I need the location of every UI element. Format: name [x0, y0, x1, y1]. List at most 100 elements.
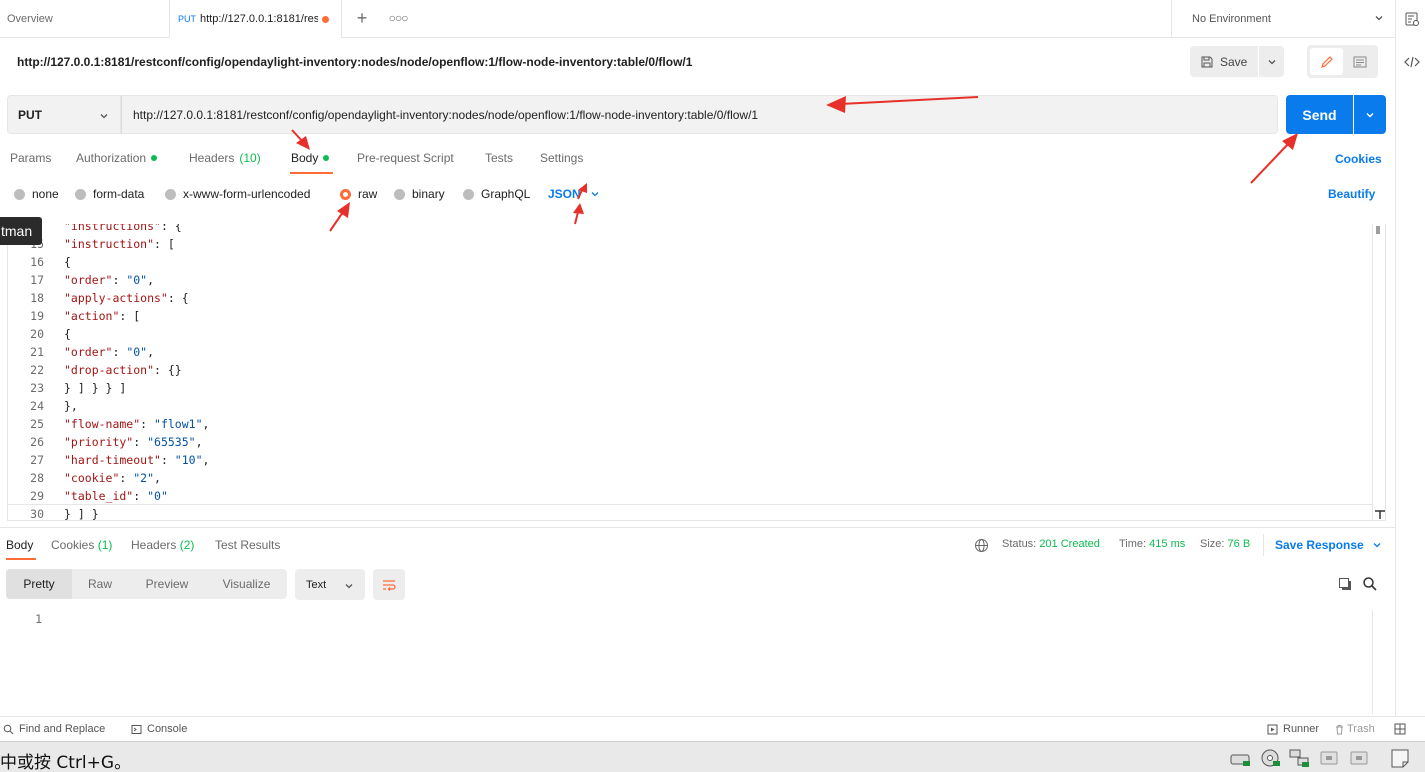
method-select[interactable]: PUT [7, 95, 121, 134]
tab-settings[interactable]: Settings [540, 151, 583, 165]
editor-vertical-scrollbar[interactable] [1372, 224, 1385, 520]
time-label: Time: [1119, 538, 1147, 550]
tab-authorization[interactable]: Authorization [76, 151, 158, 165]
network-tray-icon[interactable] [1288, 747, 1310, 769]
save-button[interactable]: Save [1190, 46, 1258, 77]
code-line[interactable]: "instructions": { [8, 224, 1368, 235]
code-line[interactable]: 17 "order": "0", [8, 271, 1368, 289]
documentation-mode-button[interactable] [1345, 48, 1375, 75]
code-line[interactable]: 18 "apply-actions": { [8, 289, 1368, 307]
code-line[interactable]: 21 "order": "0", [8, 343, 1368, 361]
code-snippet-icon[interactable] [1404, 54, 1420, 70]
globe-icon[interactable] [974, 538, 989, 553]
send-options-button[interactable] [1354, 95, 1386, 134]
code-line[interactable]: 19 "action": [ [8, 307, 1368, 325]
resize-handle-icon[interactable] [1374, 509, 1386, 519]
view-preview-button[interactable]: Preview [128, 569, 206, 599]
editor-horizontal-scrollbar[interactable] [8, 504, 1372, 505]
radio-selected-icon [340, 188, 351, 200]
code-line[interactable]: 15"instruction": [ [8, 235, 1368, 253]
runner-button[interactable]: Runner [1267, 723, 1319, 735]
tab-prerequest-script[interactable]: Pre-request Script [357, 151, 454, 165]
code-line[interactable]: 26 "priority": "65535", [8, 433, 1368, 451]
view-visualize-button[interactable]: Visualize [206, 569, 287, 599]
copy-icon[interactable] [1338, 577, 1353, 592]
response-divider[interactable] [0, 527, 1395, 528]
response-tab-headers[interactable]: Headers (2) [131, 538, 194, 552]
code-text: "action": [ [64, 309, 141, 323]
code-line[interactable]: 23} ] } } ] [8, 379, 1368, 397]
tab-overview[interactable]: Overview [0, 0, 170, 38]
request-title[interactable]: http://127.0.0.1:8181/restconf/config/op… [17, 55, 692, 69]
trash-button[interactable]: Trash [1334, 723, 1375, 735]
response-tab-test-results[interactable]: Test Results [215, 538, 280, 552]
usb-tray-icon[interactable] [1318, 747, 1340, 769]
code-line[interactable]: 28 "cookie": "2", [8, 469, 1368, 487]
radio-form-data[interactable]: form-data [75, 187, 144, 201]
new-tab-plus-icon[interactable]: + [352, 8, 372, 28]
radio-urlencoded[interactable]: x-www-form-urlencoded [165, 187, 310, 201]
tab-params[interactable]: Params [10, 151, 51, 165]
response-tab-cookies-label: Cookies [51, 538, 95, 552]
code-line[interactable]: 22 "drop-action": {} [8, 361, 1368, 379]
line-number: 18 [30, 291, 44, 305]
response-status[interactable]: Status: 201 Created [1002, 538, 1100, 550]
view-pretty-button[interactable]: Pretty [6, 569, 72, 599]
tab-body[interactable]: Body [291, 151, 330, 165]
notification-icon[interactable] [1388, 747, 1412, 769]
radio-binary[interactable]: binary [394, 187, 445, 201]
response-size[interactable]: Size: 76 B [1200, 538, 1250, 550]
cookies-link[interactable]: Cookies [1335, 152, 1382, 166]
tab-headers[interactable]: Headers (10) [189, 151, 261, 165]
chevron-down-icon [345, 584, 353, 589]
device-tray-icon[interactable] [1348, 747, 1370, 769]
chevron-down-icon [1366, 112, 1374, 117]
edit-mode-button[interactable] [1310, 48, 1343, 75]
editor-scroll-thumb[interactable] [1376, 226, 1380, 234]
line-number: 21 [30, 345, 44, 359]
code-text: "cookie": "2", [64, 471, 161, 485]
console-button[interactable]: Console [131, 723, 187, 735]
response-format-select[interactable]: Text [295, 569, 365, 600]
find-replace-button[interactable]: Find and Replace [3, 723, 105, 735]
search-icon[interactable] [1362, 576, 1378, 592]
response-time[interactable]: Time: 415 ms [1119, 538, 1185, 550]
save-response-button[interactable]: Save Response [1275, 538, 1383, 552]
code-line[interactable]: 25 "flow-name": "flow1", [8, 415, 1368, 433]
code-line[interactable]: 27 "hard-timeout": "10", [8, 451, 1368, 469]
send-button[interactable]: Send [1286, 95, 1353, 134]
code-line[interactable]: 30} ] } [8, 505, 1368, 520]
beautify-link[interactable]: Beautify [1328, 187, 1375, 201]
environment-select[interactable]: No Environment [1171, 0, 1395, 38]
radio-raw[interactable]: raw [340, 187, 377, 201]
headers-count: (10) [239, 151, 261, 165]
response-vertical-scrollbar[interactable] [1372, 610, 1386, 714]
save-options-button[interactable] [1259, 46, 1284, 77]
environment-quick-look-icon[interactable] [1404, 11, 1420, 27]
radio-graphql[interactable]: GraphQL [463, 187, 530, 201]
disc-tray-icon[interactable] [1259, 747, 1281, 769]
trash-label: Trash [1347, 723, 1375, 735]
code-line[interactable]: 29 "table_id": "0" [8, 487, 1368, 505]
code-line[interactable]: 16 { [8, 253, 1368, 271]
wrap-lines-button[interactable] [373, 569, 405, 600]
view-raw-button[interactable]: Raw [72, 569, 128, 599]
radio-circle-icon [394, 188, 405, 200]
tab-active-request[interactable]: PUT http://127.0.0.1:8181/restconf/confi… [170, 0, 342, 38]
code-text: "priority": "65535", [64, 435, 203, 449]
radio-none-label: none [32, 187, 59, 201]
code-text: } ] } } ] [64, 381, 127, 395]
code-line[interactable]: 20 { [8, 325, 1368, 343]
more-tabs-icon[interactable]: ○○○ [388, 8, 409, 28]
language-select[interactable]: JSON [548, 187, 601, 201]
drive-tray-icon[interactable] [1229, 747, 1251, 769]
radio-none[interactable]: none [14, 187, 59, 201]
two-pane-view-icon[interactable] [1394, 723, 1406, 735]
size-label: Size: [1200, 538, 1225, 550]
url-input[interactable]: http://127.0.0.1:8181/restconf/config/op… [121, 95, 1278, 134]
response-tab-body[interactable]: Body [6, 538, 33, 552]
code-line[interactable]: 24}, [8, 397, 1368, 415]
tab-tests[interactable]: Tests [485, 151, 513, 165]
response-tab-cookies[interactable]: Cookies (1) [51, 538, 112, 552]
request-body-editor[interactable]: 30} ] } 29 "table_id": "0" 28 "cookie": "2",… [7, 224, 1386, 521]
